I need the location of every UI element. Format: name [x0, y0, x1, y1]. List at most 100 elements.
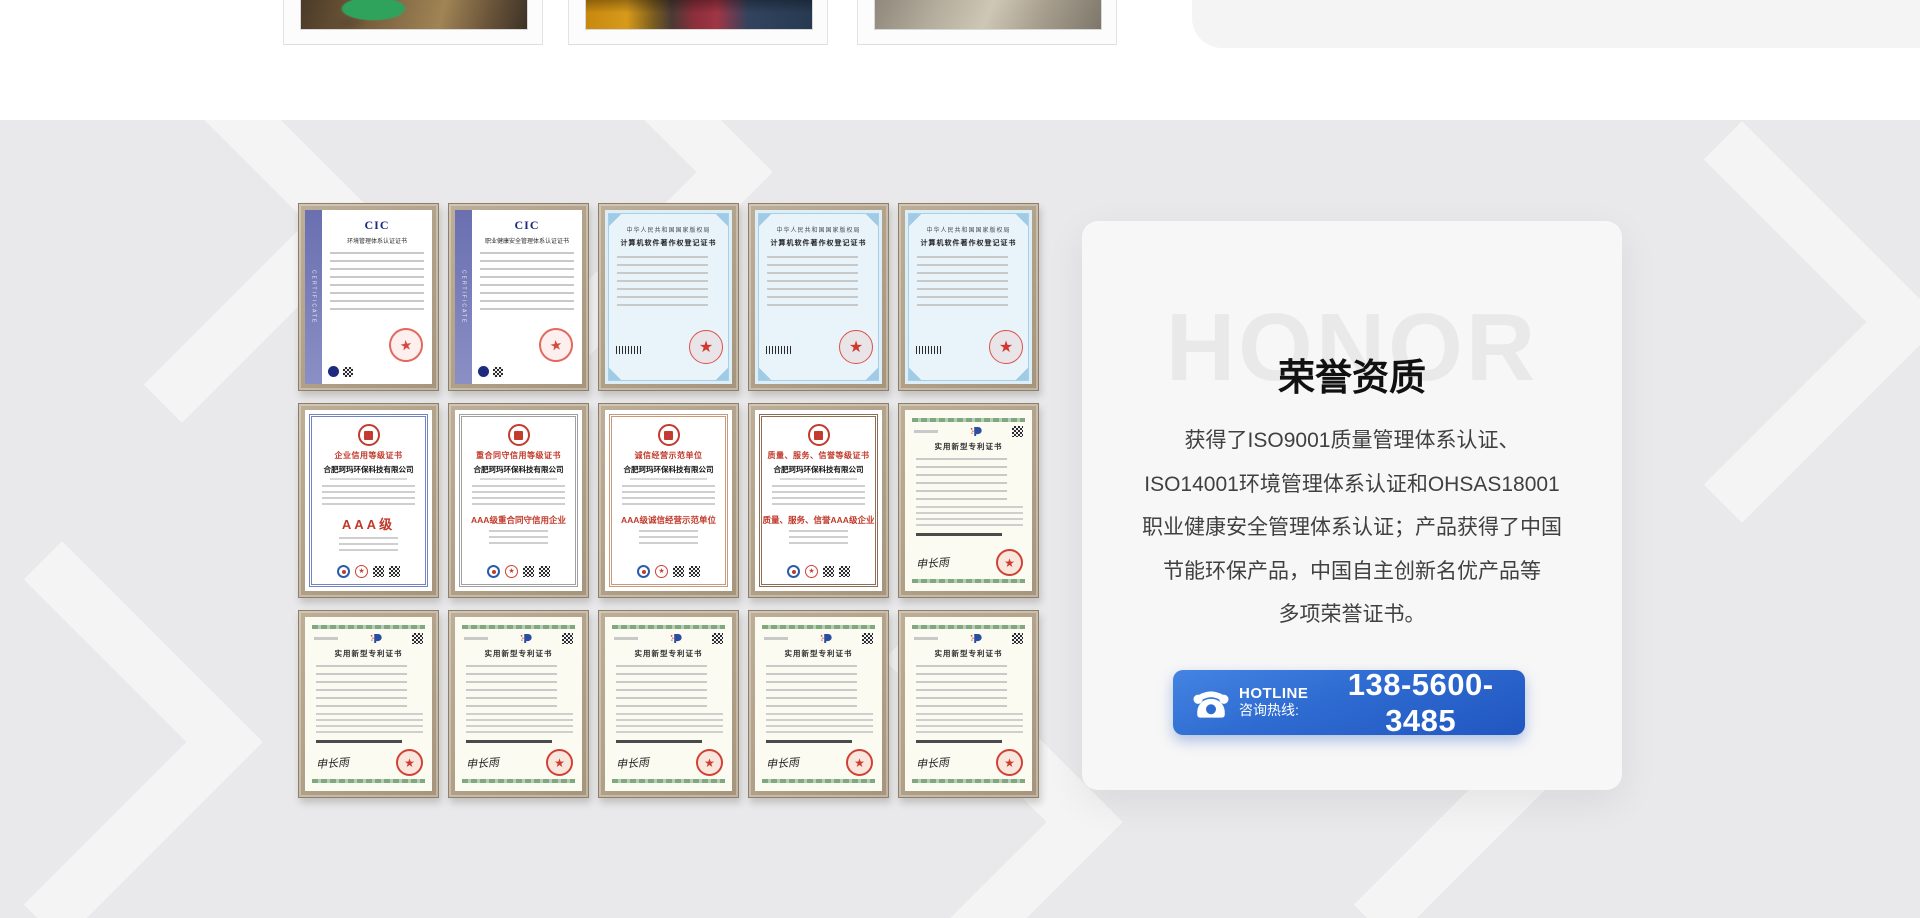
- certificate-software-copyright[interactable]: 中华人民共和国国家版权局 计算机软件著作权登记证书 ★: [748, 203, 889, 391]
- red-emblem-icon: [508, 424, 530, 446]
- qr-code-icon: [823, 566, 834, 577]
- certificate-text-lines: [617, 256, 708, 310]
- green-ornament-band: [462, 625, 575, 629]
- hotline-button[interactable]: HOTLINE 咨询热线: 138-5600-3485: [1173, 670, 1525, 735]
- certificate-number: [914, 637, 938, 640]
- red-emblem-icon: [658, 424, 680, 446]
- qr-code-icon: [373, 566, 384, 577]
- certificate-title: 质量、服务、信誉等级证书: [762, 450, 875, 461]
- red-seal-icon: ★: [996, 549, 1023, 576]
- certificate-text-lines: [489, 530, 548, 545]
- rating-badge-icon: [337, 565, 350, 578]
- corner-flourish: [1013, 365, 1028, 380]
- cnipa-logo-icon: [669, 632, 682, 645]
- certificate-title: 实用新型专利证书: [905, 648, 1032, 659]
- project-photo-card[interactable]: [568, 0, 828, 45]
- divider: [916, 740, 1002, 743]
- red-star-seal-icon: ★: [355, 565, 368, 578]
- red-seal-icon: ★: [996, 749, 1023, 776]
- green-ornament-band: [912, 579, 1025, 583]
- signature: 申长雨: [465, 753, 499, 771]
- description-line: 多项荣誉证书。: [1112, 593, 1592, 637]
- page: CERTIFICATE CIC 环境管理体系认证证书 ★ CERTIFICATE: [0, 0, 1920, 918]
- certificate-utility-patent[interactable]: 实用新型专利证书 申长雨 ★: [748, 610, 889, 798]
- red-emblem-icon: [808, 424, 830, 446]
- certificate-cic-environment[interactable]: CERTIFICATE CIC 环境管理体系认证证书 ★: [298, 203, 439, 391]
- signature: 申长雨: [615, 753, 649, 771]
- description-line: ISO14001环境管理体系认证和OHSAS18001: [1112, 463, 1592, 507]
- qr-code-icon: [673, 566, 684, 577]
- red-star-seal-icon: ★: [839, 330, 873, 364]
- certificate-text-lines: [772, 485, 865, 509]
- divider: [916, 533, 1002, 536]
- cnipa-logo-icon: [969, 632, 982, 645]
- red-seal-icon: ★: [387, 326, 425, 364]
- red-star-seal-icon: ★: [805, 565, 818, 578]
- qr-code-icon: [523, 566, 534, 577]
- certificate-text-lines: [466, 713, 573, 735]
- credit-grade: AAA级重合同守信用企业: [462, 514, 575, 526]
- honor-description: 获得了ISO9001质量管理体系认证、 ISO14001环境管理体系认证和OHS…: [1112, 419, 1592, 637]
- qr-code-icon: [839, 566, 850, 577]
- construction-truck-photo: [585, 0, 813, 30]
- certificate-text-lines: [916, 458, 1007, 502]
- certificate-side-band: CERTIFICATE: [305, 210, 322, 384]
- divider: [766, 740, 852, 743]
- certificate-title: 实用新型专利证书: [305, 648, 432, 659]
- qr-code-icon: [862, 633, 873, 644]
- description-line: 节能环保产品，中国自主创新名优产品等: [1112, 550, 1592, 594]
- qr-code-icon: [712, 633, 723, 644]
- chevron-decoration: [0, 541, 263, 918]
- red-seal-icon: ★: [696, 749, 723, 776]
- barcode-icon: [616, 346, 642, 354]
- certificate-title: 计算机软件著作权登记证书: [605, 238, 732, 248]
- cnipa-logo-icon: [369, 632, 382, 645]
- qr-code-icon: [689, 566, 700, 577]
- certificate-text-lines: [767, 256, 858, 310]
- certificate-software-copyright[interactable]: 中华人民共和国国家版权局 计算机软件著作权登记证书 ★: [598, 203, 739, 391]
- certificate-cic-ohs[interactable]: CERTIFICATE CIC 职业健康安全管理体系认证证书 ★: [448, 203, 589, 391]
- green-ornament-band: [762, 625, 875, 629]
- green-ornament-band: [312, 779, 425, 783]
- red-seal-icon: ★: [546, 749, 573, 776]
- certificate-utility-patent[interactable]: 实用新型专利证书 申长雨 ★: [448, 610, 589, 798]
- cic-badge-icon: [328, 366, 339, 377]
- certificate-software-copyright[interactable]: 中华人民共和国国家版权局 计算机软件著作权登记证书 ★: [898, 203, 1039, 391]
- red-seal-icon: ★: [396, 749, 423, 776]
- certificate-text-lines: [766, 713, 873, 735]
- certificate-title: 实用新型专利证书: [755, 648, 882, 659]
- certificate-integrity-model[interactable]: 诚信经营示范单位 合肥珂玛环保科技有限公司 AAA级诚信经营示范单位 ★: [598, 403, 739, 598]
- certificate-text-lines: [616, 665, 707, 709]
- red-star-seal-icon: ★: [989, 330, 1023, 364]
- certificate-utility-patent[interactable]: 实用新型专利证书 申长雨 ★: [898, 610, 1039, 798]
- certificate-contract-credit[interactable]: 重合同守信用等级证书 合肥珂玛环保科技有限公司 AAA级重合同守信用企业 ★: [448, 403, 589, 598]
- certificate-quality-service-credit[interactable]: 质量、服务、信誉等级证书 合肥珂玛环保科技有限公司 质量、服务、信誉AAA级企业…: [748, 403, 889, 598]
- certificate-enterprise-credit[interactable]: 企业信用等级证书 合肥珂玛环保科技有限公司 AAA级 ★: [298, 403, 439, 598]
- green-ornament-band: [762, 779, 875, 783]
- corner-flourish: [909, 214, 924, 229]
- project-photo-card[interactable]: [283, 0, 543, 45]
- certificate-side-band: CERTIFICATE: [455, 210, 472, 384]
- certificate-text-lines: [916, 506, 1023, 528]
- project-photo-card[interactable]: [857, 0, 1117, 45]
- red-star-seal-icon: ★: [689, 330, 723, 364]
- company-name: 合肥珂玛环保科技有限公司: [762, 464, 875, 475]
- certificate-utility-patent[interactable]: 实用新型专利证书 申长雨 ★: [298, 610, 439, 798]
- certificate-number: [914, 430, 938, 433]
- certificate-text-lines: [330, 252, 425, 314]
- corner-flourish: [759, 365, 774, 380]
- certificate-text-lines: [639, 530, 698, 545]
- rounded-panel-corner: [1192, 0, 1920, 48]
- credit-grade: 质量、服务、信誉AAA级企业: [762, 514, 875, 526]
- cnipa-logo-icon: [819, 632, 832, 645]
- signature: 申长雨: [765, 753, 799, 771]
- certificate-utility-patent[interactable]: 实用新型专利证书 申长雨 ★: [598, 610, 739, 798]
- certificate-text-lines: [316, 713, 423, 735]
- cnipa-logo-icon: [519, 632, 532, 645]
- green-ornament-band: [912, 418, 1025, 422]
- certificate-utility-patent[interactable]: 实用新型专利证书 申长雨 ★: [898, 403, 1039, 598]
- corner-flourish: [713, 214, 728, 229]
- company-name: 合肥珂玛环保科技有限公司: [312, 464, 425, 475]
- hotline-label-zh: 咨询热线:: [1239, 703, 1308, 719]
- certificate-title: 实用新型专利证书: [905, 441, 1032, 452]
